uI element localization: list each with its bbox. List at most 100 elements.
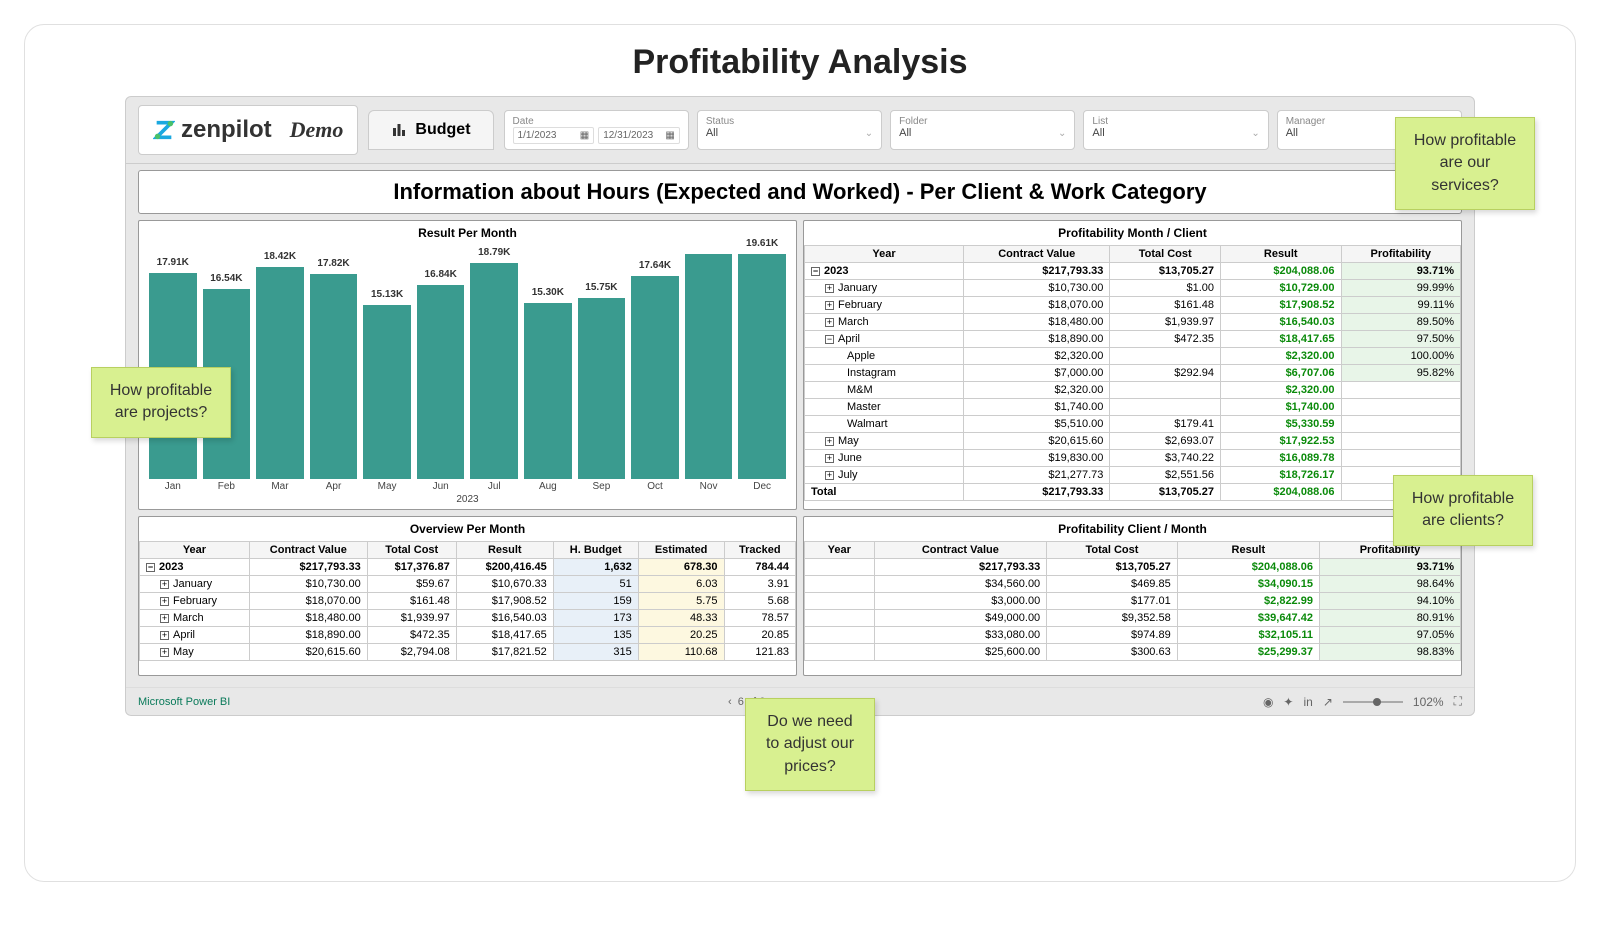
table-cell: 99.11% xyxy=(1341,297,1461,314)
table-header[interactable]: Year xyxy=(140,542,250,559)
zoom-slider[interactable] xyxy=(1343,701,1403,703)
bar[interactable]: 17.64K xyxy=(631,276,679,479)
expand-icon[interactable]: + xyxy=(160,614,169,623)
expand-icon[interactable]: + xyxy=(160,597,169,606)
table-header[interactable]: Total Cost xyxy=(1047,542,1178,559)
table-row[interactable]: $217,793.33$13,705.27$204,088.0693.71% xyxy=(805,559,1461,576)
filter-date-start[interactable]: 1/1/2023▦ xyxy=(513,127,595,144)
facebook-icon[interactable]: ◉ xyxy=(1263,695,1273,709)
expand-icon[interactable]: + xyxy=(825,454,834,463)
table-header[interactable]: Total Cost xyxy=(1110,246,1221,263)
table-cell xyxy=(805,610,875,627)
expand-icon[interactable]: + xyxy=(160,648,169,657)
chevron-left-icon[interactable]: ‹ xyxy=(728,696,732,708)
bar[interactable]: 18.42K xyxy=(256,267,304,479)
expand-icon[interactable]: + xyxy=(160,631,169,640)
expand-icon[interactable]: + xyxy=(825,301,834,310)
table-row[interactable]: Apple$2,320.00$2,320.00100.00% xyxy=(805,348,1461,365)
table-header[interactable]: Contract Value xyxy=(964,246,1110,263)
expand-icon[interactable]: + xyxy=(825,284,834,293)
table-row[interactable]: −2023$217,793.33$13,705.27$204,088.0693.… xyxy=(805,263,1461,280)
table-title: Profitability Client / Month xyxy=(804,517,1461,541)
table-header[interactable]: Total Cost xyxy=(367,542,456,559)
table-scroll[interactable]: YearContract ValueTotal CostResultProfit… xyxy=(804,541,1461,675)
table-cell: 95.82% xyxy=(1341,365,1461,382)
table-scroll[interactable]: YearContract ValueTotal CostResultProfit… xyxy=(804,245,1461,509)
expand-icon[interactable]: + xyxy=(825,318,834,327)
table-row[interactable]: +January$10,730.00$1.00$10,729.0099.99% xyxy=(805,280,1461,297)
bar[interactable]: 18.79K xyxy=(470,263,518,479)
table-row[interactable]: $34,560.00$469.85$34,090.1598.64% xyxy=(805,576,1461,593)
filter-list[interactable]: List All⌄ xyxy=(1083,110,1268,150)
bar-label: 15.30K xyxy=(532,287,564,298)
filter-status[interactable]: Status All⌄ xyxy=(697,110,882,150)
expand-icon[interactable]: + xyxy=(825,471,834,480)
table-row[interactable]: $25,600.00$300.63$25,299.3798.83% xyxy=(805,644,1461,661)
table-cell xyxy=(805,559,875,576)
table-cell: $217,793.33 xyxy=(964,484,1110,501)
bar[interactable]: 15.13K xyxy=(363,305,411,479)
table-row[interactable]: −April$18,890.00$472.35$18,417.6597.50% xyxy=(805,331,1461,348)
table-row[interactable]: +July$21,277.73$2,551.56$18,726.17 xyxy=(805,467,1461,484)
table-header[interactable]: Contract Value xyxy=(249,542,367,559)
collapse-icon[interactable]: − xyxy=(146,563,155,572)
table-row[interactable]: $49,000.00$9,352.58$39,647.4280.91% xyxy=(805,610,1461,627)
filter-folder[interactable]: Folder All⌄ xyxy=(890,110,1075,150)
fullscreen-icon[interactable]: ⛶ xyxy=(1454,694,1462,709)
table-cell: $200,416.45 xyxy=(456,559,553,576)
table-cell xyxy=(805,593,875,610)
table-row[interactable]: +January$10,730.00$59.67$10,670.33516.03… xyxy=(140,576,796,593)
table-row[interactable]: $3,000.00$177.01$2,822.9994.10% xyxy=(805,593,1461,610)
table-header[interactable]: Result xyxy=(456,542,553,559)
expand-icon[interactable]: + xyxy=(160,580,169,589)
table-row[interactable]: +March$18,480.00$1,939.97$16,540.0389.50… xyxy=(805,314,1461,331)
table-cell: +January xyxy=(140,576,250,593)
filter-date-end[interactable]: 12/31/2023▦ xyxy=(598,127,680,144)
collapse-icon[interactable]: − xyxy=(811,267,820,276)
table-cell xyxy=(805,576,875,593)
bar[interactable]: 19.61K xyxy=(738,254,786,480)
table-row[interactable]: M&M$2,320.00$2,320.00 xyxy=(805,382,1461,399)
table-cell: $3,740.22 xyxy=(1110,450,1221,467)
table-row[interactable]: +February$18,070.00$161.48$17,908.5299.1… xyxy=(805,297,1461,314)
expand-icon[interactable]: + xyxy=(825,437,834,446)
sticky-note-prices: Do we need to adjust our prices? xyxy=(745,698,875,791)
table-row[interactable]: Total$217,793.33$13,705.27$204,088.06 xyxy=(805,484,1461,501)
table-scroll[interactable]: YearContract ValueTotal CostResultH. Bud… xyxy=(139,541,796,675)
linkedin-icon[interactable]: in xyxy=(1303,695,1312,709)
table-header[interactable]: Estimated xyxy=(638,542,724,559)
bar-wrap: 17.64K xyxy=(631,249,679,479)
table-row[interactable]: −2023$217,793.33$17,376.87$200,416.451,6… xyxy=(140,559,796,576)
bar[interactable]: 15.75K xyxy=(578,298,626,479)
tab-budget[interactable]: Budget xyxy=(368,110,493,150)
table-cell: −April xyxy=(805,331,964,348)
table-row[interactable]: Instagram$7,000.00$292.94$6,707.0695.82% xyxy=(805,365,1461,382)
bar[interactable] xyxy=(685,254,733,480)
table-row[interactable]: +April$18,890.00$472.35$18,417.6513520.2… xyxy=(140,627,796,644)
table-header[interactable]: Year xyxy=(805,542,875,559)
bar[interactable]: 17.82K xyxy=(310,274,358,479)
chart-area[interactable]: 17.91K16.54K18.42K17.82K15.13K16.84K18.7… xyxy=(139,245,796,479)
table-header[interactable]: Contract Value xyxy=(874,542,1047,559)
table-header[interactable]: Year xyxy=(805,246,964,263)
twitter-icon[interactable]: ✦ xyxy=(1283,695,1293,709)
table-row[interactable]: +June$19,830.00$3,740.22$16,089.78 xyxy=(805,450,1461,467)
table-row[interactable]: +May$20,615.60$2,794.08$17,821.52315110.… xyxy=(140,644,796,661)
table-header[interactable]: Profitability xyxy=(1341,246,1461,263)
table-row[interactable]: +February$18,070.00$161.48$17,908.521595… xyxy=(140,593,796,610)
table-row[interactable]: +May$20,615.60$2,693.07$17,922.53 xyxy=(805,433,1461,450)
table-cell: $2,320.00 xyxy=(964,348,1110,365)
table-header[interactable]: Result xyxy=(1177,542,1319,559)
filter-date[interactable]: Date 1/1/2023▦ 12/31/2023▦ xyxy=(504,110,689,150)
table-row[interactable]: $33,080.00$974.89$32,105.1197.05% xyxy=(805,627,1461,644)
bar[interactable]: 15.30K xyxy=(524,303,572,479)
bar[interactable]: 16.84K xyxy=(417,285,465,479)
table-header[interactable]: Result xyxy=(1220,246,1341,263)
table-row[interactable]: Master$1,740.00$1,740.00 xyxy=(805,399,1461,416)
table-header[interactable]: Tracked xyxy=(724,542,795,559)
collapse-icon[interactable]: − xyxy=(825,335,834,344)
table-header[interactable]: H. Budget xyxy=(553,542,638,559)
table-row[interactable]: Walmart$5,510.00$179.41$5,330.59 xyxy=(805,416,1461,433)
table-row[interactable]: +March$18,480.00$1,939.97$16,540.0317348… xyxy=(140,610,796,627)
share-icon[interactable]: ↗ xyxy=(1323,695,1333,709)
